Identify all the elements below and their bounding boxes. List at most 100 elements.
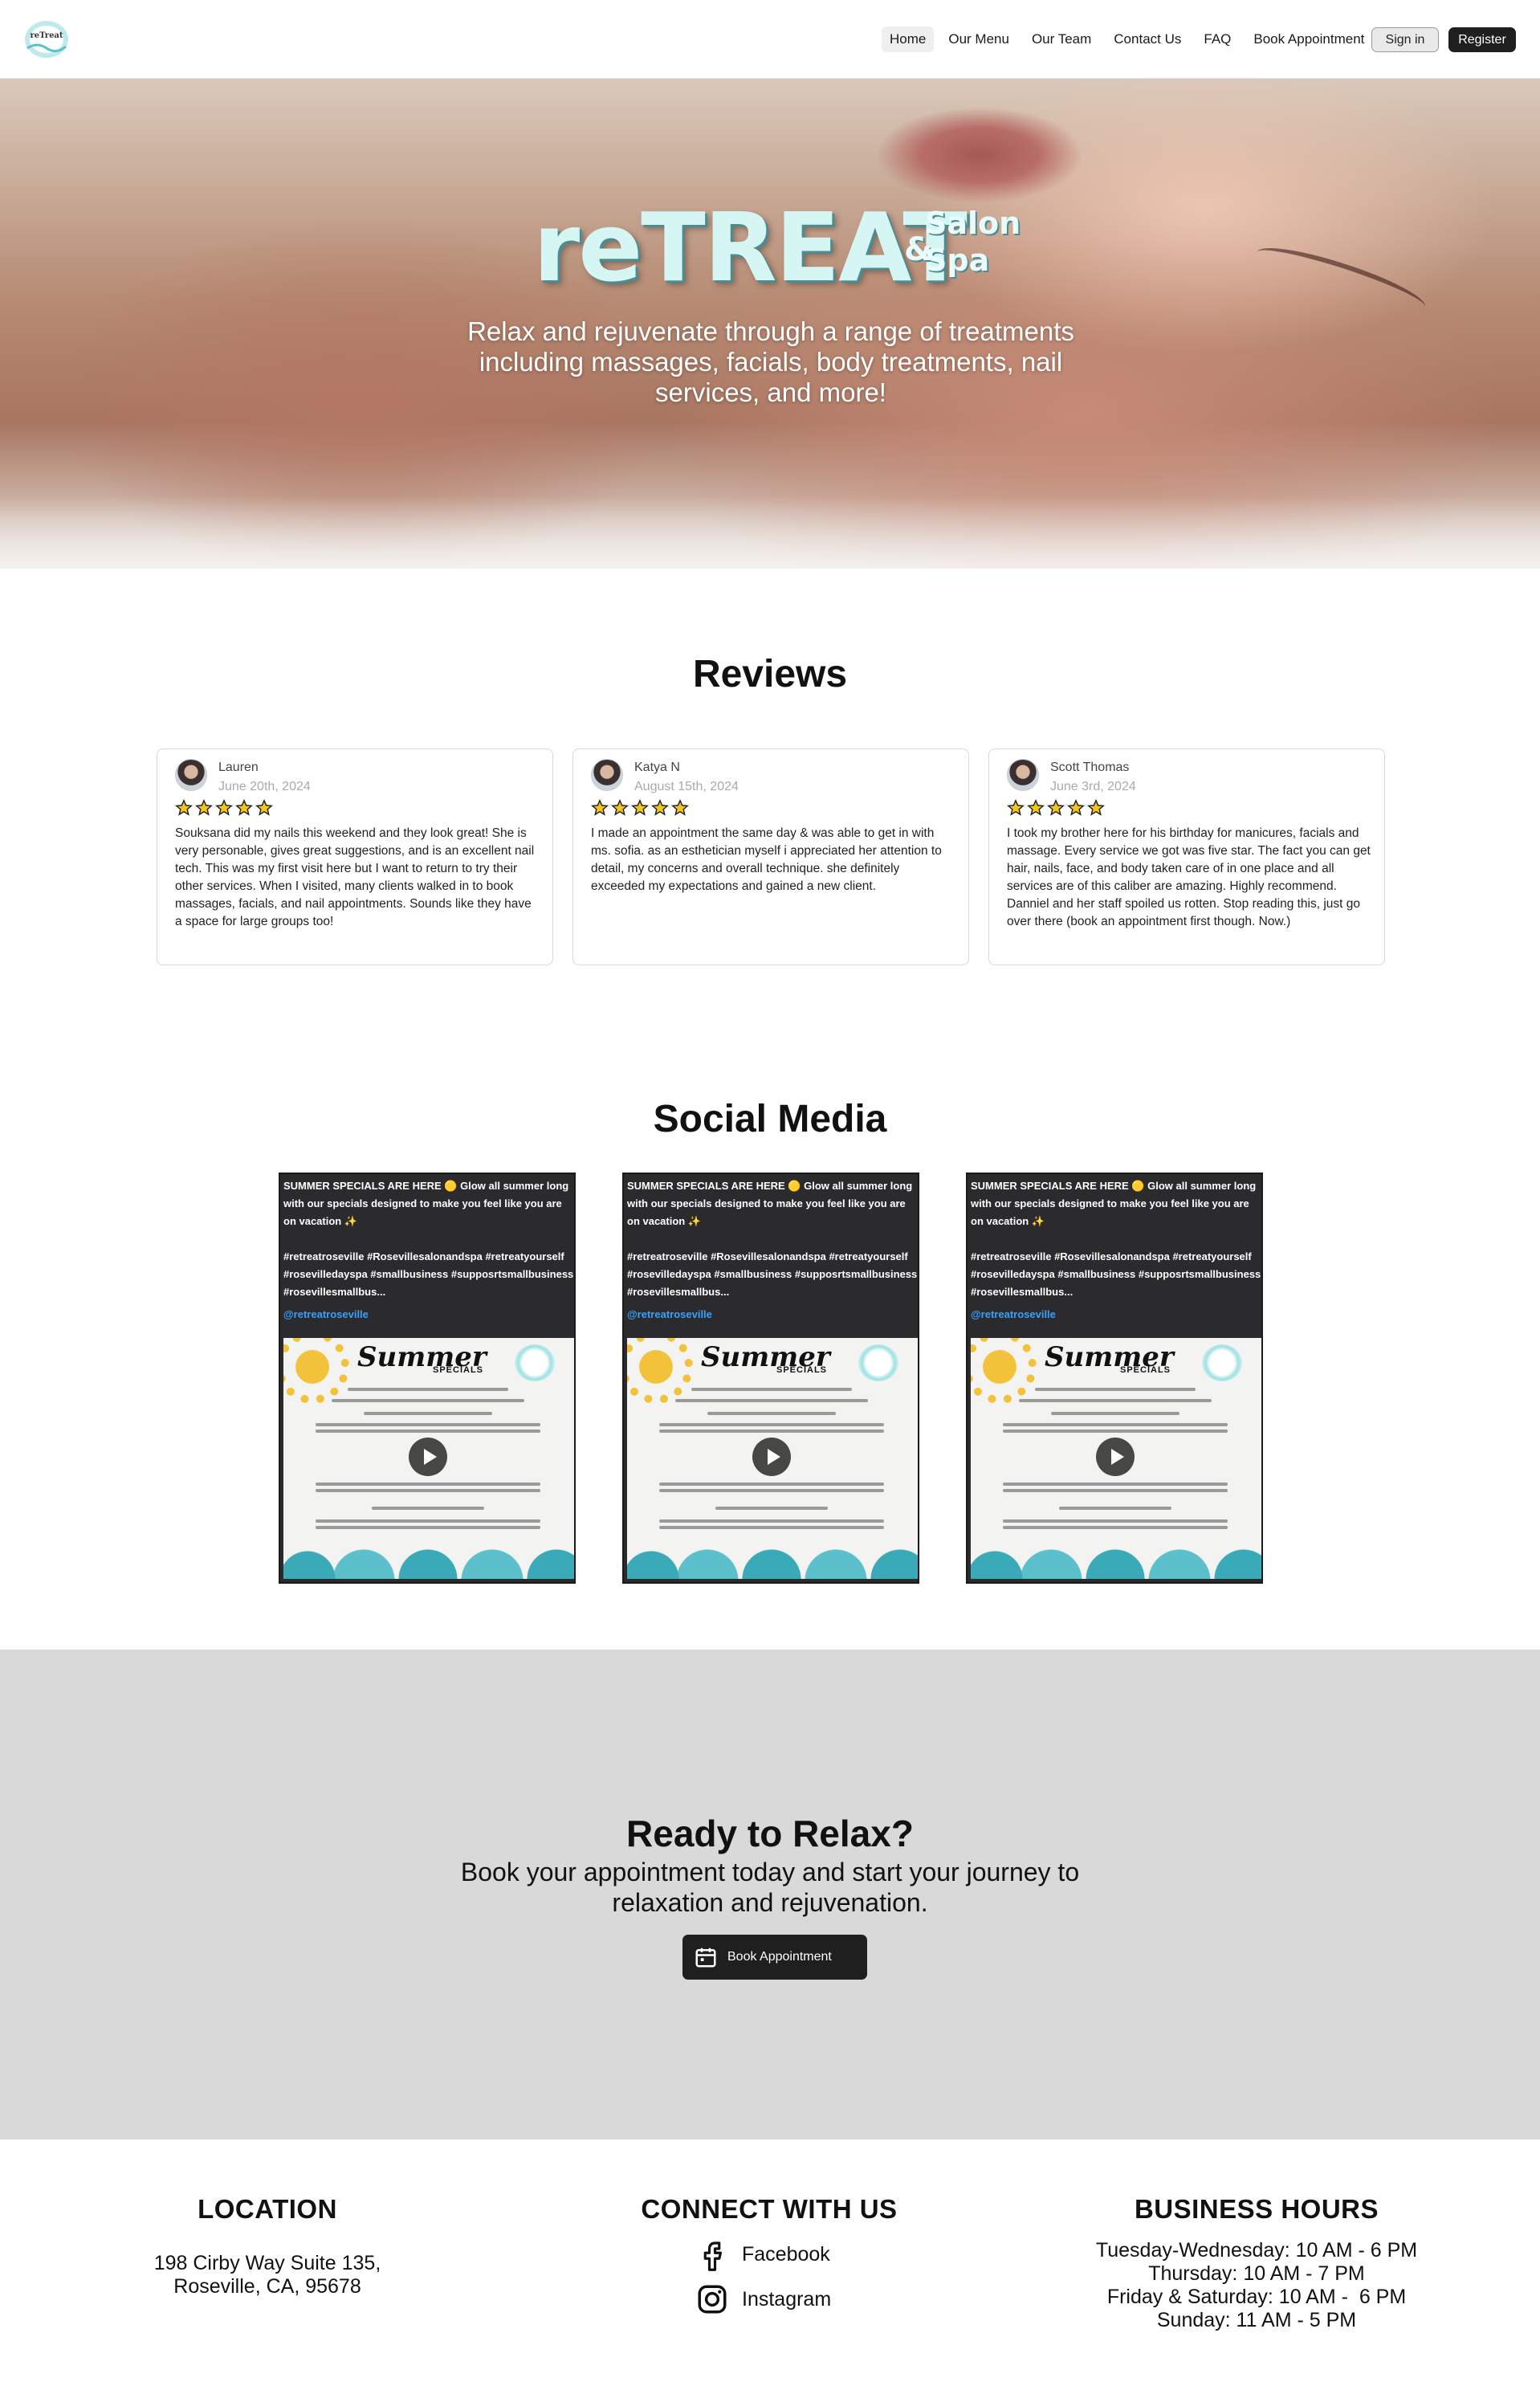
post-caption-block: SUMMER SPECIALS ARE HERE 🟡 Glow all summ… [627,1177,918,1324]
play-icon[interactable] [1096,1438,1135,1476]
instagram-link[interactable]: Instagram [695,2279,888,2319]
image-text-line [1003,1430,1228,1433]
waves-graphic [283,1531,574,1579]
instagram-label: Instagram [742,2287,832,2311]
image-text-line [332,1399,524,1402]
nav-links: Home Our Menu Our Team Contact Us FAQ Bo… [882,27,1379,52]
star-icon [671,799,689,816]
star-icon [215,799,233,816]
post-hashtags: #retreatroseville #Rosevillesalonandspa … [971,1250,1261,1298]
hero-banner: reTREAT & Salon Spa Relax and rejuvenate… [0,79,1540,569]
waves-graphic [971,1531,1261,1579]
hero-tagline: Relax and rejuvenate through a range of … [467,316,1074,407]
footer-hours: BUSINESS HOURS Tuesday-Wednesday: 10 AM … [1008,2194,1505,2332]
sun-core [971,1338,1029,1396]
star-icon [631,799,649,816]
nav-our-team[interactable]: Our Team [1024,27,1099,52]
image-text-line [691,1388,852,1391]
hours-line: Sunday: 11 AM - 5 PM [1156,2309,1357,2331]
reviewer-name: Lauren [218,761,259,774]
social-post[interactable]: SUMMER SPECIALS ARE HERE 🟡 Glow all summ… [622,1173,919,1584]
hours-line: Friday & Saturday: 10 AM - 6 PM [1106,2286,1407,2308]
nav-contact-us[interactable]: Contact Us [1106,27,1189,52]
sun-core [627,1338,685,1396]
image-text-line [659,1526,884,1529]
hero-fade [0,496,1540,569]
image-text-line [1059,1507,1171,1510]
post-handle-link[interactable]: @retreatroseville [283,1306,574,1324]
post-video-thumbnail[interactable]: Summer SPECIALS [627,1338,918,1579]
nav-faq[interactable]: FAQ [1196,27,1239,52]
image-text-line [1051,1412,1179,1415]
social-post[interactable]: SUMMER SPECIALS ARE HERE 🟡 Glow all summ… [279,1173,576,1584]
star-icon [651,799,669,816]
sun-core [283,1338,341,1396]
instagram-icon [698,2285,727,2314]
facebook-icon [703,2241,723,2271]
review-date: August 15th, 2024 [634,780,739,793]
book-appointment-button[interactable]: Book Appointment [682,1935,867,1980]
brand-salon: Salon [925,206,1021,241]
image-text-line [316,1483,540,1486]
footer-location: LOCATION 198 Cirby Way Suite 135, Rosevi… [18,2194,516,2298]
image-text-line [316,1526,540,1529]
post-video-thumbnail[interactable]: Summer SPECIALS [971,1338,1261,1579]
svg-text:reTreat: reTreat [30,31,63,40]
image-text-line [675,1399,868,1402]
post-hashtags: #retreatroseville #Rosevillesalonandspa … [627,1250,918,1298]
review-card: Katya N August 15th, 2024 I made an appo… [572,748,969,965]
location-title: LOCATION [198,2194,337,2224]
post-handle-link[interactable]: @retreatroseville [627,1306,918,1324]
register-button[interactable]: Register [1448,27,1516,52]
star-icon [591,799,609,816]
nav-our-menu[interactable]: Our Menu [940,27,1017,52]
nav-home[interactable]: Home [882,27,935,52]
star-icon [611,799,629,816]
social-media-title: Social Media [653,1098,887,1140]
image-text-line [1019,1399,1212,1402]
post-handle-link[interactable]: @retreatroseville [971,1306,1261,1324]
brand-name: reTREAT [533,192,968,303]
image-text-line [1035,1388,1196,1391]
facebook-link[interactable]: Facebook [695,2234,888,2274]
image-text-line [1003,1519,1228,1523]
hero-photo-detail [1252,236,1430,323]
play-icon[interactable] [752,1438,791,1476]
star-icon [1047,799,1065,816]
connect-title: CONNECT WITH US [641,2194,898,2224]
image-text-line [372,1507,484,1510]
post-caption-block: SUMMER SPECIALS ARE HERE 🟡 Glow all summ… [283,1177,574,1324]
retreat-mini-logo [515,1344,555,1381]
post-video-thumbnail[interactable]: Summer SPECIALS [283,1338,574,1579]
post-image-subtitle: SPECIALS [1120,1365,1171,1375]
social-post[interactable]: SUMMER SPECIALS ARE HERE 🟡 Glow all summ… [966,1173,1263,1584]
review-card: Lauren June 20th, 2024 Souksana did my n… [157,748,553,965]
top-navbar: reTreat Home Our Menu Our Team Contact U… [0,0,1540,79]
retreat-mini-logo [858,1344,898,1381]
star-rating [591,799,691,817]
image-text-line [364,1412,492,1415]
post-caption: SUMMER SPECIALS ARE HERE 🟡 Glow all summ… [971,1180,1257,1227]
reviewer-avatar [1007,759,1039,791]
post-caption-block: SUMMER SPECIALS ARE HERE 🟡 Glow all summ… [971,1177,1261,1324]
image-text-line [1003,1423,1228,1426]
play-icon[interactable] [409,1438,447,1476]
image-text-line [659,1489,884,1492]
reviewer-name: Scott Thomas [1050,761,1130,774]
image-text-line [316,1423,540,1426]
brand-spa: Spa [925,243,990,278]
hours-line: Tuesday-Wednesday: 10 AM - 6 PM [1095,2239,1418,2262]
reviewer-avatar [591,759,623,791]
nav-book-appointment[interactable]: Book Appointment [1245,27,1372,52]
retreat-logo[interactable]: reTreat [22,18,71,59]
star-icon [255,799,273,816]
sign-in-button[interactable]: Sign in [1371,27,1439,52]
image-text-line [316,1519,540,1523]
image-text-line [1003,1489,1228,1492]
waves-graphic [627,1531,918,1579]
facebook-label: Facebook [742,2242,830,2266]
image-text-line [316,1430,540,1433]
cta-section: Ready to Relax? Book your appointment to… [0,1650,1540,2139]
post-hashtags: #retreatroseville #Rosevillesalonandspa … [283,1250,574,1298]
star-rating [175,799,275,817]
